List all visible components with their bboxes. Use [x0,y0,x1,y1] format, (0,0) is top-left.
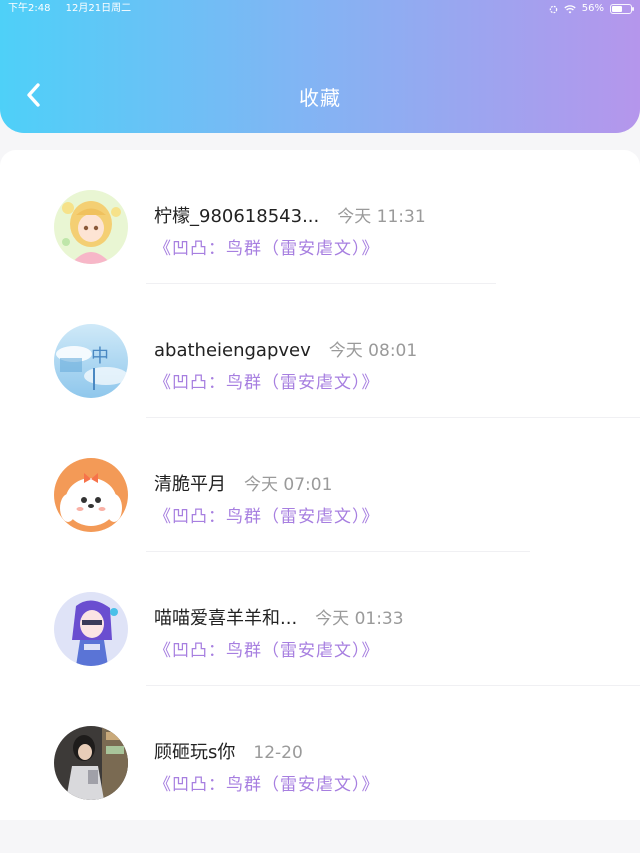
loading-icon [549,5,558,13]
item-name: 顾砸玩s你 [154,742,236,763]
item-time: 今天 08:01 [328,341,418,361]
item-book-link[interactable]: 《凹凸：鸟群（雷安虐文）》 [154,502,380,527]
list-item[interactable]: 喵喵爱喜羊羊和... 今天 01:33 《凹凸：鸟群（雷安虐文）》 [0,552,640,686]
status-date: 12月21日周二 [65,3,132,14]
list-item[interactable]: 中 abatheiengapvev 今天 08:01 《凹凸：鸟群（雷安虐文）》 [0,284,640,418]
list-item[interactable]: 柠檬_980618543... 今天 11:31 《凹凸：鸟群（雷安虐文）》 [0,150,640,284]
item-time: 今天 11:31 [337,207,426,227]
item-name: 喵喵爱喜羊羊和... [154,608,298,629]
item-name: 清脆平月 [154,474,226,495]
item-name: 柠檬_980618543... [154,206,320,227]
favorites-list: 柠檬_980618543... 今天 11:31 《凹凸：鸟群（雷安虐文）》 中 [0,150,640,820]
avatar[interactable]: 中 [54,324,128,398]
status-bar: 下午2:48 12月21日周二 56% [0,0,640,20]
page-title: 收藏 [299,86,341,110]
list-item[interactable]: 清脆平月 今天 07:01 《凹凸：鸟群（雷安虐文）》 [0,418,640,552]
item-name: abatheiengapvev [154,340,311,361]
avatar[interactable] [54,458,128,532]
list-item[interactable]: 顾砸玩s你 12-20 《凹凸：鸟群（雷安虐文）》 [0,686,640,820]
wifi-icon [564,4,576,13]
item-book-link[interactable]: 《凹凸：鸟群（雷安虐文）》 [154,234,380,259]
item-book-link[interactable]: 《凹凸：鸟群（雷安虐文）》 [154,770,380,795]
avatar[interactable] [54,726,128,800]
avatar[interactable] [54,592,128,666]
item-time: 12-20 [253,743,303,763]
battery-fill [612,6,623,12]
item-book-link[interactable]: 《凹凸：鸟群（雷安虐文）》 [154,368,380,393]
battery-percent: 56% [581,3,604,14]
item-book-link[interactable]: 《凹凸：鸟群（雷安虐文）》 [154,636,380,661]
svg-text:中: 中 [91,346,109,367]
header-bar: 下午2:48 12月21日周二 56% 收藏 [0,0,640,133]
avatar[interactable] [54,190,128,264]
item-time: 今天 01:33 [315,609,404,629]
battery-icon [610,4,634,14]
item-time: 今天 07:01 [244,475,333,495]
status-time: 下午2:48 [8,3,51,14]
